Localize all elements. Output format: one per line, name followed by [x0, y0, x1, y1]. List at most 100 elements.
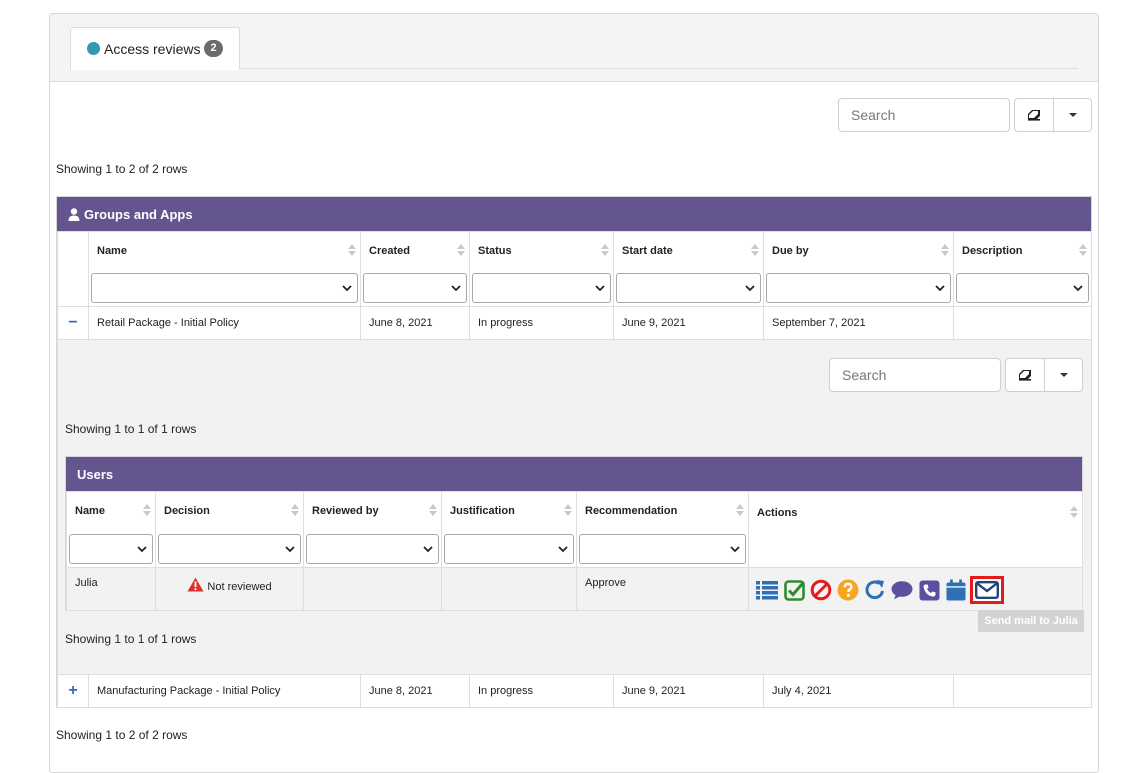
column-header-name[interactable]: Name — [88, 231, 361, 307]
justification-cell — [441, 567, 577, 611]
chevron-down-icon — [423, 544, 433, 554]
refresh-icon[interactable] — [864, 579, 886, 601]
sort-icon — [429, 503, 437, 517]
calendar-icon[interactable] — [945, 579, 967, 601]
envelope-icon — [975, 581, 999, 599]
question-icon[interactable] — [837, 579, 859, 601]
reviewed-by-cell — [303, 567, 442, 611]
action-icons — [756, 576, 1004, 604]
filter-select-reviewed-by[interactable] — [306, 534, 439, 564]
search-tools — [1014, 98, 1092, 132]
phone-icon[interactable] — [918, 579, 940, 601]
column-header-start-date[interactable]: Start date — [613, 231, 764, 307]
eraser-icon — [1028, 110, 1040, 121]
chevron-down-icon — [745, 283, 755, 293]
row-start-date: June 9, 2021 — [613, 306, 764, 340]
filter-select-status[interactable] — [472, 273, 611, 303]
filter-select-name[interactable] — [91, 273, 358, 303]
panel-header: Access reviews 2 — [50, 14, 1098, 82]
tooltip-send-mail: Send mail to Julia — [978, 610, 1084, 632]
groups-table-box: Groups and Apps Name Created Status Star… — [56, 196, 1092, 708]
column-header-status[interactable]: Status — [469, 231, 614, 307]
sort-icon — [564, 503, 572, 517]
row-description — [953, 674, 1092, 708]
send-mail-button[interactable] — [970, 576, 1004, 604]
filter-select-created[interactable] — [363, 273, 467, 303]
filter-select-start-date[interactable] — [616, 273, 761, 303]
inner-pagination-info-top: Showing 1 to 1 of 1 rows — [65, 422, 197, 436]
user-icon — [68, 207, 80, 221]
row-created: June 8, 2021 — [360, 306, 470, 340]
column-header-created[interactable]: Created — [360, 231, 470, 307]
column-header-description[interactable]: Description — [953, 231, 1092, 307]
sort-icon — [457, 243, 465, 257]
chevron-down-icon — [1073, 283, 1083, 293]
column-header-decision[interactable]: Decision — [155, 491, 304, 568]
filter-select-justification[interactable] — [444, 534, 574, 564]
inner-clear-search-button[interactable] — [1005, 358, 1045, 392]
filter-select-recommendation[interactable] — [579, 534, 746, 564]
deny-icon[interactable] — [810, 579, 832, 601]
search-input[interactable] — [838, 98, 1010, 132]
warning-icon — [187, 577, 204, 592]
tab-label: Access reviews — [104, 40, 201, 57]
pagination-info-bottom: Showing 1 to 2 of 2 rows — [56, 728, 188, 742]
sort-icon — [941, 243, 949, 257]
tab-access-reviews[interactable]: Access reviews 2 — [70, 27, 240, 70]
filter-select-due-by[interactable] — [766, 273, 951, 303]
decision-text: Not reviewed — [207, 581, 272, 593]
chevron-down-icon — [451, 283, 461, 293]
row-name: Manufacturing Package - Initial Policy — [88, 674, 361, 708]
row-description — [953, 306, 1092, 340]
toolbar-dropdown-button[interactable] — [1054, 98, 1092, 132]
inner-toolbar-dropdown-button[interactable] — [1045, 358, 1083, 392]
list-icon[interactable] — [756, 579, 778, 601]
column-header-actions[interactable]: Actions — [748, 491, 1083, 568]
row-created: June 8, 2021 — [360, 674, 470, 708]
chevron-down-icon — [342, 283, 352, 293]
decision-cell: Not reviewed — [155, 567, 304, 611]
filter-select-description[interactable] — [956, 273, 1089, 303]
filter-select-decision[interactable] — [158, 534, 301, 564]
column-header-recommendation[interactable]: Recommendation — [576, 491, 749, 568]
chevron-down-icon — [558, 544, 568, 554]
column-header-reviewed-by[interactable]: Reviewed by — [303, 491, 442, 568]
table-row[interactable]: + Manufacturing Package - Initial Policy… — [57, 674, 1092, 708]
sort-icon — [1079, 243, 1087, 257]
inner-search-tools — [1005, 358, 1083, 392]
pagination-info-top: Showing 1 to 2 of 2 rows — [56, 162, 188, 176]
eraser-icon — [1019, 370, 1031, 381]
column-header-justification[interactable]: Justification — [441, 491, 577, 568]
row-due-by: September 7, 2021 — [763, 306, 954, 340]
inner-search-input[interactable] — [829, 358, 1001, 392]
row-due-by: July 4, 2021 — [763, 674, 954, 708]
users-header: Users — [66, 457, 1082, 491]
column-header-due-by[interactable]: Due by — [763, 231, 954, 307]
sort-icon — [143, 503, 151, 517]
sort-icon — [1070, 505, 1078, 519]
status-dot-icon — [87, 42, 100, 55]
collapse-row-button[interactable]: − — [57, 306, 89, 340]
caret-down-icon — [1068, 113, 1077, 117]
chevron-down-icon — [137, 544, 147, 554]
groups-header: Groups and Apps — [57, 197, 1091, 231]
row-start-date: June 9, 2021 — [613, 674, 764, 708]
table-row[interactable]: − Retail Package - Initial Policy June 8… — [57, 306, 1092, 340]
sort-icon — [601, 243, 609, 257]
comment-icon[interactable] — [891, 579, 913, 601]
chevron-down-icon — [595, 283, 605, 293]
chevron-down-icon — [935, 283, 945, 293]
recommendation-cell: Approve — [576, 567, 749, 611]
filter-select-name[interactable] — [69, 534, 153, 564]
groups-header-row: Name Created Status Start date Due by De… — [57, 231, 1092, 307]
expand-row-button[interactable]: + — [57, 674, 89, 708]
column-header-name[interactable]: Name — [66, 491, 156, 568]
row-status: In progress — [469, 674, 614, 708]
row-name: Retail Package - Initial Policy — [88, 306, 361, 340]
chevron-down-icon — [285, 544, 295, 554]
caret-down-icon — [1059, 373, 1068, 377]
inner-pagination-info-bottom: Showing 1 to 1 of 1 rows — [65, 632, 197, 646]
clear-search-button[interactable] — [1014, 98, 1054, 132]
sort-icon — [291, 503, 299, 517]
approve-check-icon[interactable] — [783, 579, 805, 601]
